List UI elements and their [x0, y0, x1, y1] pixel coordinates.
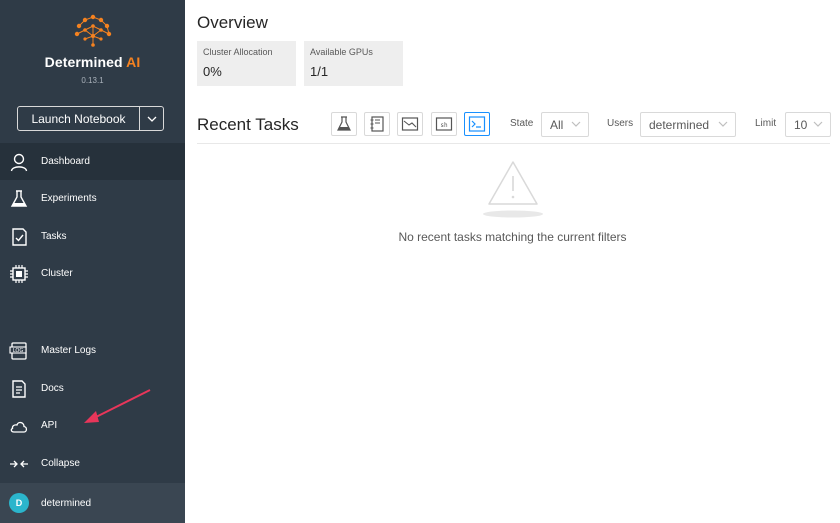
version-label: 0.13.1 — [81, 76, 104, 85]
collapse-icon — [8, 453, 30, 475]
card-value: 1/1 — [310, 64, 329, 79]
limit-select[interactable]: 10 — [785, 112, 831, 137]
nav-docs[interactable]: Docs — [0, 370, 185, 407]
main-content: Overview Cluster Allocation 0% Available… — [185, 0, 840, 523]
cloud-icon — [8, 415, 30, 437]
limit-filter-label: Limit — [755, 118, 777, 129]
tasks-icon — [8, 226, 30, 248]
nav-tasks[interactable]: Tasks — [0, 218, 185, 255]
svg-text:LOG: LOG — [13, 348, 24, 354]
state-select[interactable]: All — [541, 112, 589, 137]
brand-name-accent: AI — [126, 54, 141, 70]
avatar: D — [9, 493, 29, 513]
warning-icon — [482, 161, 543, 218]
nav-api-label: API — [41, 420, 58, 431]
nav-cluster[interactable]: Cluster — [0, 255, 185, 292]
brand-name: Determined AI — [0, 54, 185, 70]
flask-icon — [8, 188, 30, 210]
nav-docs-label: Docs — [41, 383, 64, 394]
card-value: 0% — [203, 64, 222, 79]
limit-select-value: 10 — [794, 117, 808, 132]
notebook-icon — [370, 116, 384, 132]
log-icon: LOG — [8, 340, 30, 362]
user-menu[interactable]: D determined — [0, 483, 185, 523]
nav-master-logs[interactable]: LOG Master Logs — [0, 332, 185, 369]
launch-notebook-group: Launch Notebook — [17, 106, 164, 131]
nav-experiments-label: Experiments — [41, 193, 97, 204]
filter-notebook-button[interactable] — [364, 112, 390, 136]
nav-collapse[interactable]: Collapse — [0, 445, 185, 482]
users-select[interactable]: determined — [640, 112, 736, 137]
available-gpus-card: Available GPUs 1/1 — [304, 41, 403, 86]
empty-state: No recent tasks matching the current fil… — [185, 158, 840, 244]
user-icon — [8, 151, 30, 173]
command-icon — [468, 116, 486, 132]
filter-tensorboard-button[interactable] — [397, 112, 423, 136]
user-name: determined — [41, 497, 92, 509]
shell-icon: sh — [435, 117, 453, 131]
brain-logo-icon — [74, 14, 111, 47]
launch-options-button[interactable] — [139, 106, 164, 131]
nav-experiments[interactable]: Experiments — [0, 180, 185, 217]
chevron-down-icon — [718, 121, 728, 127]
chevron-down-icon — [813, 121, 823, 127]
sidebar: Determined AI 0.13.1 Launch Notebook Das… — [0, 0, 185, 523]
nav-tasks-label: Tasks — [41, 231, 67, 242]
svg-text:sh: sh — [440, 122, 448, 129]
filter-command-button[interactable] — [464, 112, 490, 136]
card-label: Cluster Allocation — [203, 47, 273, 57]
state-select-value: All — [550, 117, 564, 132]
users-select-value: determined — [649, 117, 710, 132]
logo — [0, 12, 185, 52]
users-filter-label: Users — [607, 118, 634, 129]
chip-icon — [8, 263, 30, 285]
empty-message: No recent tasks matching the current fil… — [398, 230, 627, 244]
chevron-down-icon — [571, 121, 581, 127]
card-label: Available GPUs — [310, 47, 373, 57]
brand-name-main: Determined — [44, 54, 127, 70]
nav-cluster-label: Cluster — [41, 268, 73, 279]
nav-api[interactable]: API — [0, 407, 185, 444]
nav-dashboard-label: Dashboard — [41, 156, 90, 167]
nav-dashboard[interactable]: Dashboard — [0, 143, 185, 180]
cluster-allocation-card: Cluster Allocation 0% — [197, 41, 296, 86]
chevron-down-icon — [147, 116, 156, 122]
filter-experiment-button[interactable] — [331, 112, 357, 136]
launch-notebook-button[interactable]: Launch Notebook — [17, 106, 140, 131]
nav-collapse-label: Collapse — [41, 458, 80, 469]
overview-title: Overview — [197, 13, 268, 32]
nav-master-logs-label: Master Logs — [41, 345, 97, 356]
tensorboard-icon — [401, 117, 419, 131]
divider — [197, 143, 830, 144]
document-icon — [8, 378, 30, 400]
recent-tasks-title: Recent Tasks — [197, 115, 299, 134]
state-filter-label: State — [510, 118, 534, 129]
filter-shell-button[interactable]: sh — [431, 112, 457, 136]
experiment-icon — [337, 116, 351, 131]
